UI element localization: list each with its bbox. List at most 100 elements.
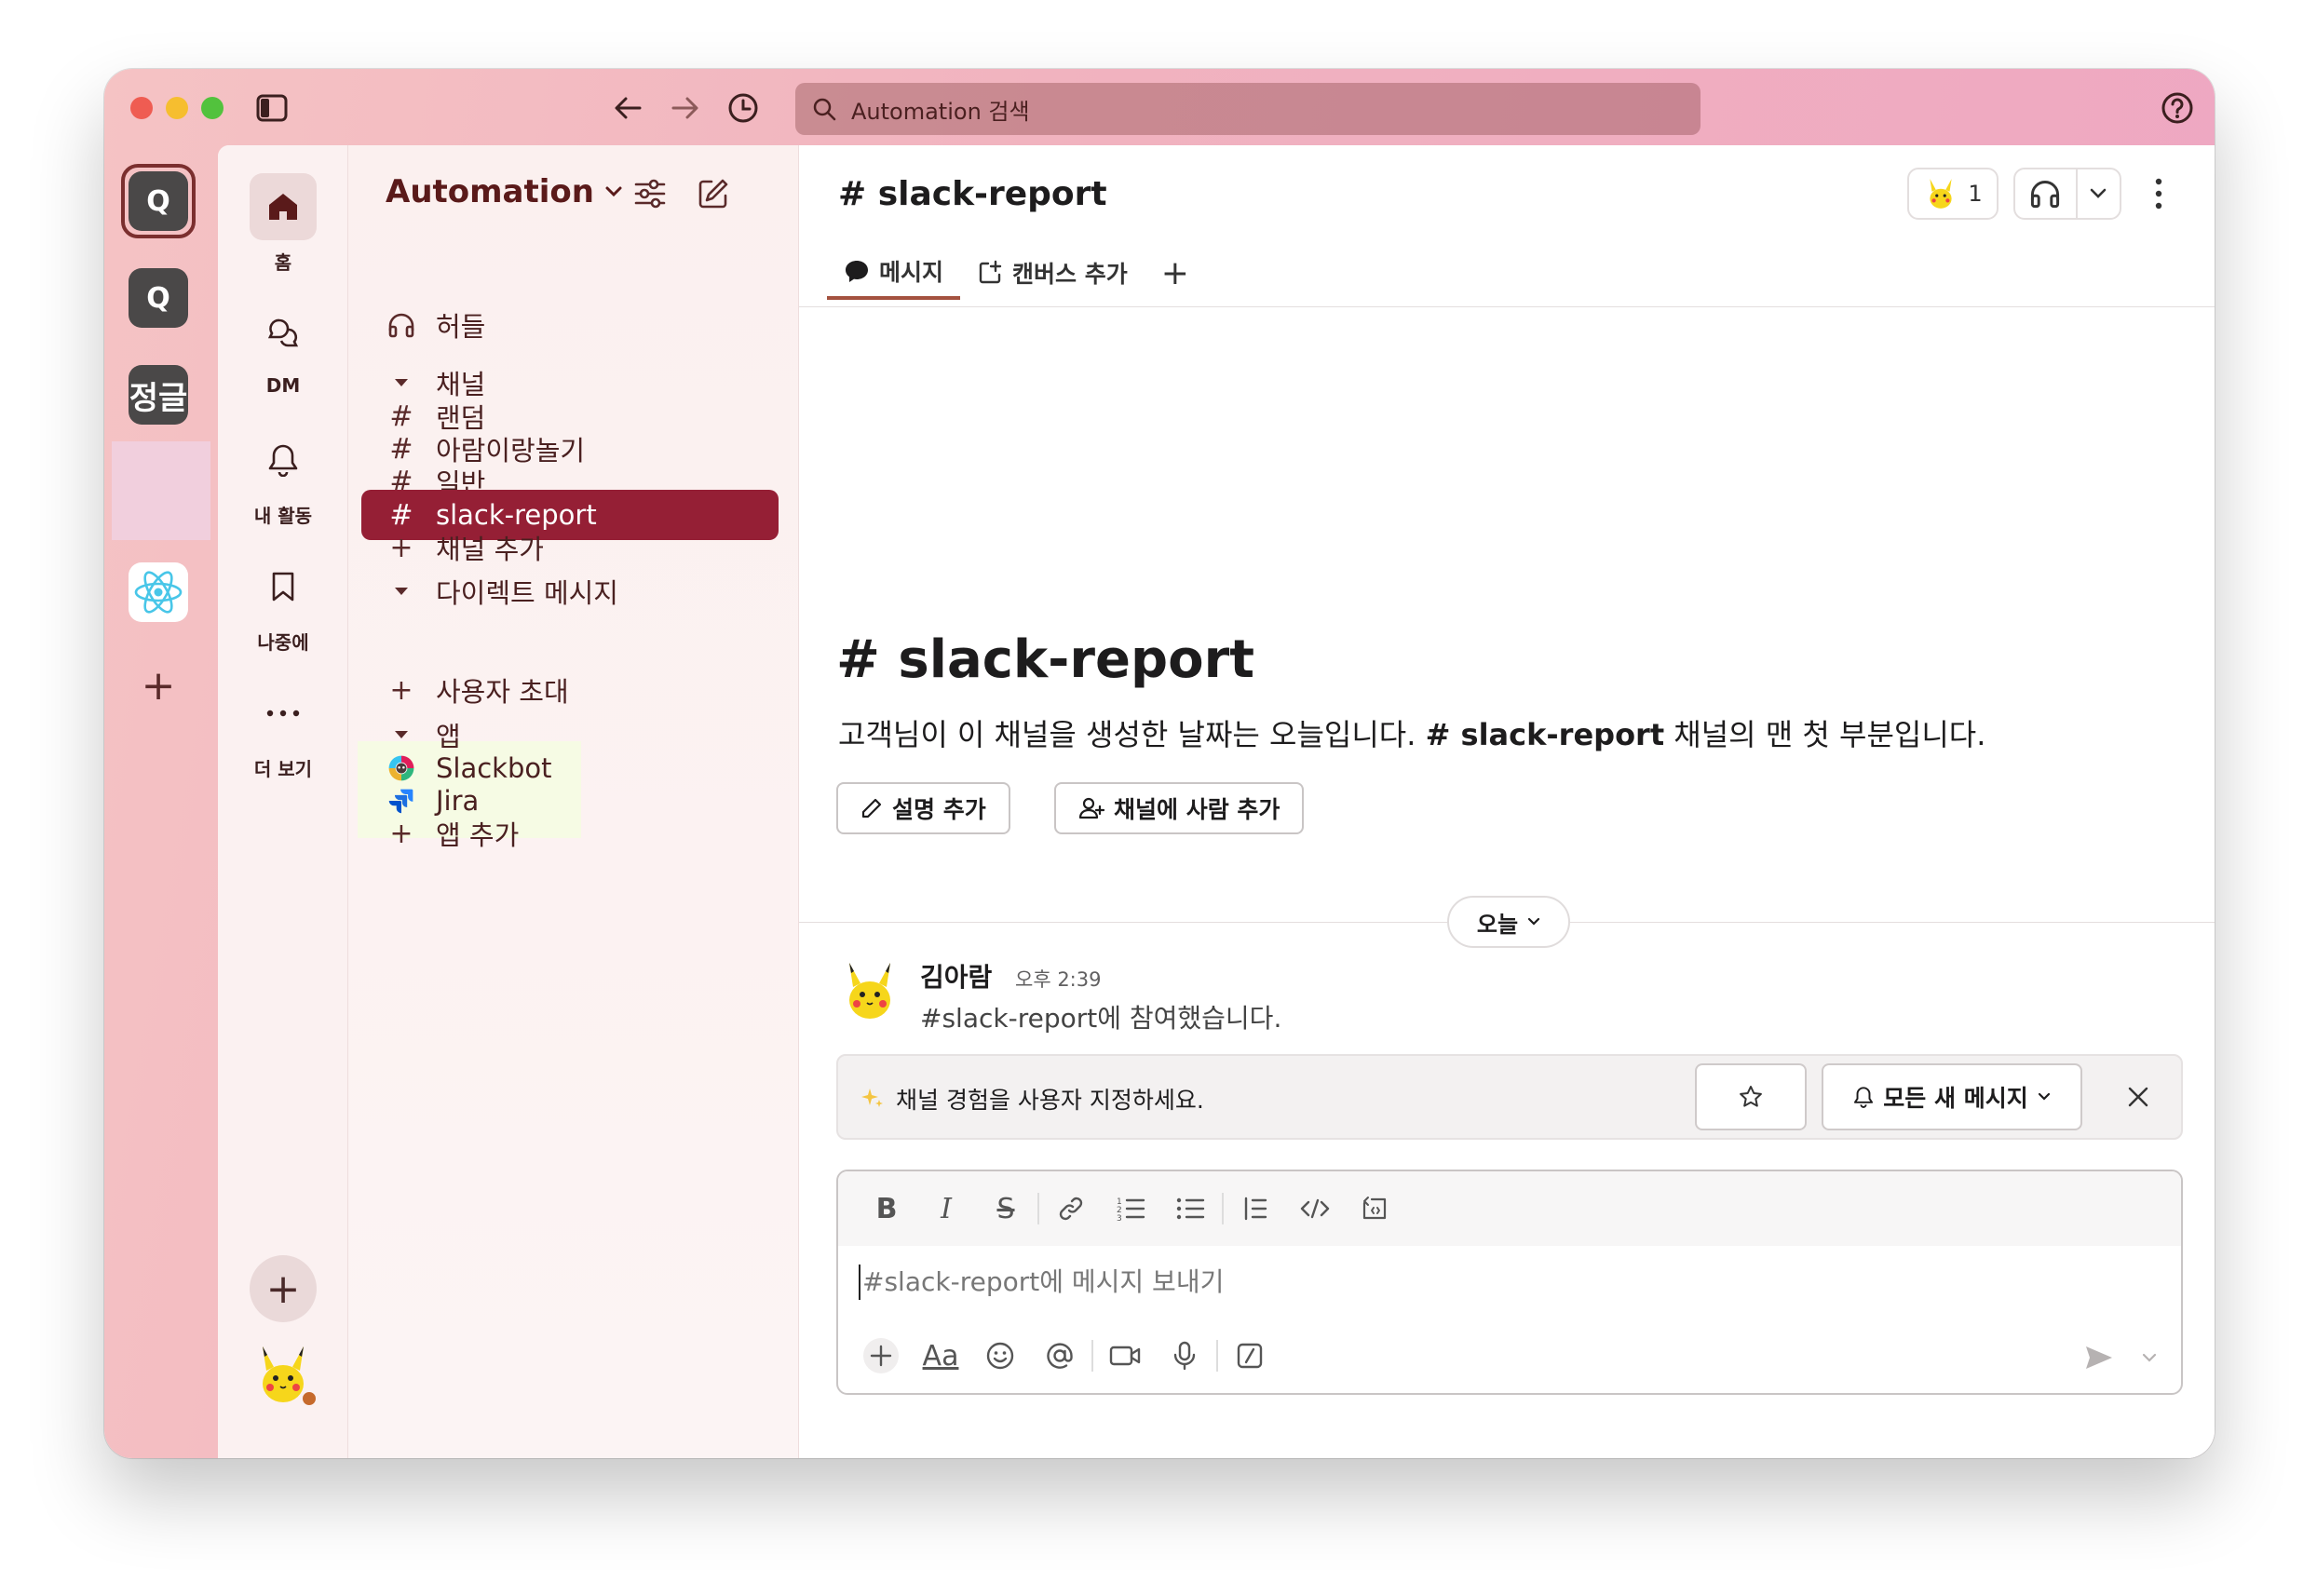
toolbar-separator [1091, 1340, 1093, 1372]
blockquote-icon[interactable] [1226, 1184, 1285, 1233]
add-workspace-button[interactable]: + [129, 656, 188, 715]
message-author-avatar[interactable] [836, 957, 903, 1024]
channel-title[interactable]: # slack-report [838, 175, 1107, 213]
minimize-window-button[interactable] [166, 97, 188, 119]
nav-dm[interactable]: DM [218, 300, 348, 397]
workspace-tile-2[interactable]: Q [129, 268, 188, 328]
add-app-button[interactable]: + 앱 추가 [361, 808, 779, 859]
tabs-divider [799, 306, 2215, 307]
user-avatar[interactable] [250, 1341, 318, 1408]
date-label: 오늘 [1476, 911, 1519, 938]
chevron-down-icon[interactable] [2078, 169, 2120, 218]
back-arrow-icon[interactable] [609, 89, 646, 127]
formatting-toolbar: B I S 123 [838, 1171, 2181, 1246]
search-icon [812, 97, 836, 121]
close-window-button[interactable] [130, 97, 153, 119]
add-person-icon [1078, 797, 1104, 819]
nav-home-label: 홈 [274, 251, 292, 274]
chevron-down-icon [1527, 917, 1540, 926]
huddle-button[interactable] [2013, 168, 2121, 220]
add-people-button[interactable]: 채널에 사람 추가 [1054, 782, 1305, 834]
bold-icon[interactable]: B [857, 1184, 916, 1233]
add-channel-button[interactable]: + 채널 추가 [361, 522, 779, 573]
invite-users-button[interactable]: + 사용자 초대 [361, 665, 779, 715]
search-bar[interactable]: Automation 검색 [795, 83, 1700, 135]
italic-icon[interactable]: I [916, 1184, 976, 1233]
pencil-icon [860, 797, 883, 819]
tab-add-canvas[interactable]: 캔버스 추가 [960, 246, 1145, 300]
attach-plus-icon[interactable] [851, 1330, 911, 1382]
add-tab-plus-icon[interactable]: + [1145, 246, 1206, 300]
caret-down-icon [387, 587, 415, 596]
send-options-chevron-icon[interactable] [2131, 1335, 2168, 1380]
text-format-icon[interactable]: Aa [911, 1330, 970, 1382]
button-label: 채널에 사람 추가 [1114, 796, 1280, 823]
message-bubble-icon [844, 259, 870, 283]
notification-settings-button[interactable]: 모든 새 메시지 [1822, 1063, 2082, 1130]
bullet-list-icon[interactable] [1160, 1184, 1220, 1233]
strikethrough-icon[interactable]: S [976, 1184, 1036, 1233]
message-input[interactable]: #slack-report에 메시지 보내기 [859, 1265, 1224, 1300]
react-logo-icon [134, 571, 183, 614]
nav-later-label: 나중에 [257, 631, 309, 654]
customize-channel-banner: 채널 경험을 사용자 지정하세요. 모든 새 메시지 [836, 1054, 2183, 1140]
sidebar-item-label: 채널 추가 [436, 534, 544, 565]
members-button[interactable]: 1 [1907, 168, 1999, 220]
history-clock-icon[interactable] [725, 89, 762, 127]
hash-icon: # [836, 629, 899, 690]
maximize-window-button[interactable] [201, 97, 224, 119]
code-icon[interactable] [1285, 1184, 1345, 1233]
sparkles-icon [860, 1087, 885, 1111]
link-icon[interactable] [1041, 1184, 1101, 1233]
compose-button[interactable] [691, 171, 736, 216]
kebab-menu-icon[interactable] [2140, 173, 2177, 214]
member-avatar-icon [1930, 179, 1952, 209]
help-icon[interactable] [2159, 89, 2196, 127]
nav-activity[interactable]: 내 활동 [218, 426, 348, 528]
date-divider-button[interactable]: 오늘 [1447, 896, 1570, 948]
ordered-list-icon[interactable]: 123 [1101, 1184, 1160, 1233]
sidebar-item-label: 앱 추가 [436, 819, 520, 851]
video-icon[interactable] [1095, 1330, 1155, 1382]
bookmark-icon [250, 553, 317, 620]
workspace-tile-1[interactable]: Q [129, 171, 188, 231]
create-new-button[interactable]: + [250, 1255, 317, 1322]
workspace-tile-react[interactable] [129, 562, 188, 622]
nav-more[interactable]: 더 보기 [218, 680, 348, 781]
send-icon[interactable] [2077, 1335, 2121, 1380]
message-timestamp[interactable]: 오후 2:39 [1015, 965, 1101, 993]
dm-section-header[interactable]: 다이렉트 메시지 [361, 566, 779, 616]
star-channel-button[interactable] [1695, 1063, 1807, 1130]
nav-later[interactable]: 나중에 [218, 553, 348, 655]
title-bar: Automation 검색 [104, 69, 2215, 145]
message-author[interactable]: 김아람 [920, 957, 992, 994]
add-description-button[interactable]: 설명 추가 [836, 782, 1010, 834]
workspace-letter: Q [146, 184, 170, 218]
intro-channel-name: slack-report [898, 629, 1254, 690]
headphones-icon [2015, 169, 2078, 218]
workspace-tile-4[interactable] [112, 441, 210, 540]
nav-home[interactable]: 홈 [218, 173, 348, 275]
tab-messages[interactable]: 메시지 [827, 246, 961, 300]
microphone-icon[interactable] [1155, 1330, 1214, 1382]
banner-text: 채널 경험을 사용자 지정하세요. [896, 1087, 1204, 1114]
toolbar-separator [1216, 1340, 1218, 1372]
workspace-letter: Q [146, 281, 170, 315]
intro-text-after: 채널의 맨 첫 부분입니다. [1673, 717, 1986, 752]
mention-icon[interactable] [1030, 1330, 1090, 1382]
hash-icon: # [1425, 717, 1461, 752]
pikachu-avatar-icon [849, 963, 890, 1019]
filter-settings-button[interactable] [628, 171, 672, 216]
close-banner-button[interactable] [2114, 1073, 2162, 1121]
intro-channel-ref[interactable]: # slack-report [1426, 717, 1665, 752]
emoji-icon[interactable] [970, 1330, 1030, 1382]
workspace-tile-3[interactable]: 정글 [129, 365, 188, 425]
sidebar-toggle-icon[interactable] [253, 89, 291, 127]
code-block-icon[interactable] [1345, 1184, 1404, 1233]
forward-arrow-icon[interactable] [667, 89, 704, 127]
intro-channel-ref-name: slack-report [1460, 717, 1665, 752]
workspace-menu-button[interactable]: Automation [386, 173, 622, 210]
caret-down-icon [387, 378, 415, 387]
slash-command-icon[interactable] [1220, 1330, 1280, 1382]
sidebar-item-huddle[interactable]: 허들 [361, 300, 779, 350]
